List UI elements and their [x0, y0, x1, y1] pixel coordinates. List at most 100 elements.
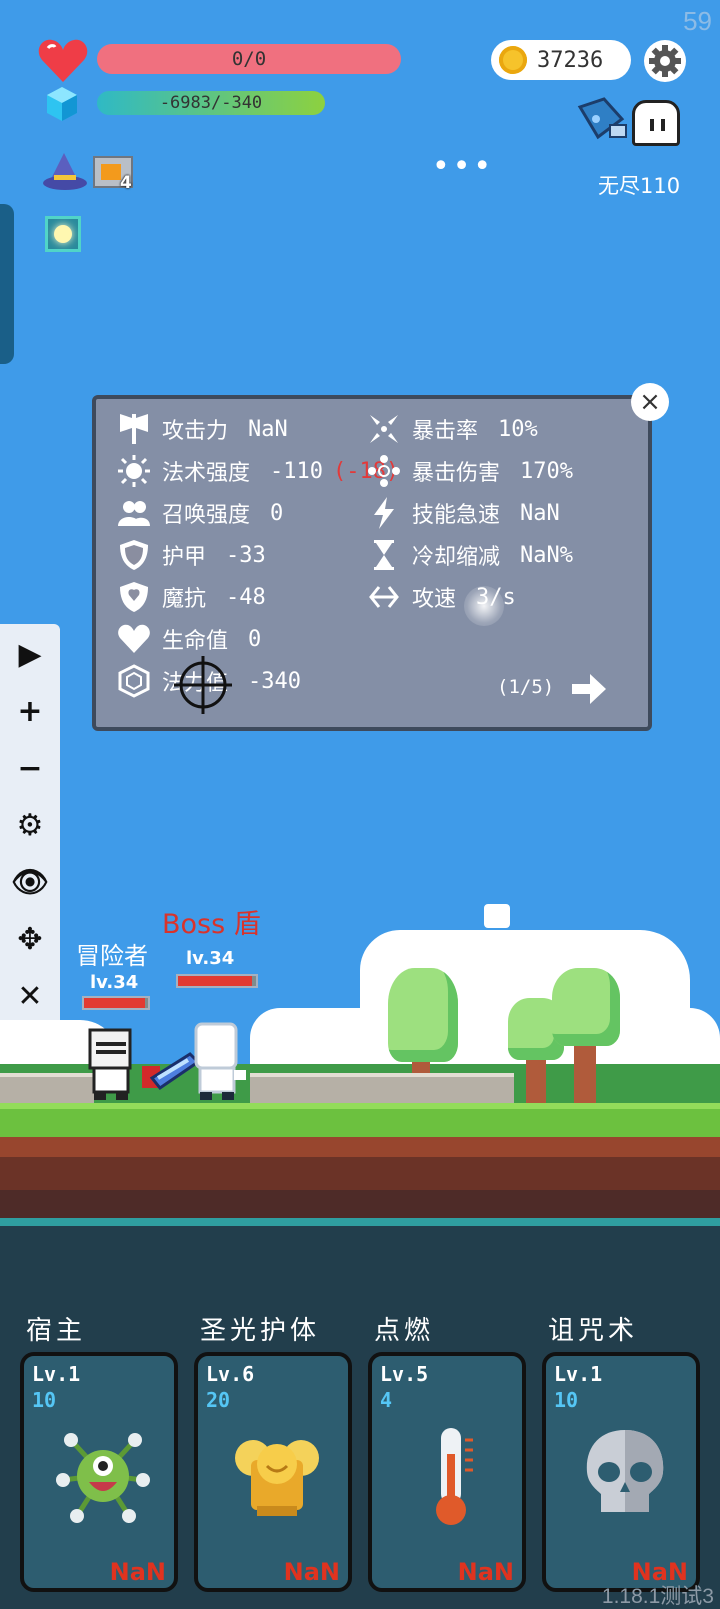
play-button[interactable]: ▶	[0, 626, 60, 682]
page-indicator: (1/5)	[497, 676, 555, 698]
skill-card-curse[interactable]: Lv.1 10 NaN	[542, 1352, 700, 1592]
attack-speed-icon	[366, 579, 402, 615]
wizard-hat-icon[interactable]	[42, 151, 88, 193]
stat-label: 魔抗	[162, 587, 207, 612]
move-button[interactable]: ✥	[0, 911, 60, 967]
close-toolbar-button[interactable]: ✕	[0, 968, 60, 1024]
side-drawer-tab[interactable]	[0, 204, 14, 364]
gem-icon	[47, 87, 77, 121]
stat-label: 生命值	[162, 629, 229, 654]
magic-shield-icon	[116, 579, 152, 615]
skill-level: Lv.1	[554, 1362, 603, 1386]
skill-level: Lv.1	[32, 1362, 81, 1386]
stat-crit-damage: 暴击伤害 170%	[366, 453, 573, 489]
mana-bar: -6983/-340	[97, 91, 325, 115]
stat-value: -110	[270, 458, 323, 484]
bag-count: 4	[120, 173, 132, 193]
crit-damage-icon	[366, 453, 402, 489]
stat-spell-power: 法术强度 -110 (-18)	[116, 453, 399, 489]
skill-name: 圣光护体	[200, 1316, 321, 1346]
stat-crit-rate: 暴击率 10%	[366, 411, 538, 447]
settings-button[interactable]	[644, 40, 686, 82]
skill-level: Lv.5	[380, 1362, 429, 1386]
stat-label: 法术强度	[162, 461, 251, 486]
knight-hero[interactable]	[84, 1026, 138, 1102]
stat-label: 护甲	[162, 545, 207, 570]
boss-hp-bar	[176, 974, 258, 988]
boss-title: Boss 盾	[162, 909, 261, 940]
stat-value: 10%	[498, 416, 538, 442]
stat-value: NaN	[520, 500, 560, 526]
buff-icon[interactable]	[45, 216, 81, 252]
summon-icon	[116, 495, 152, 531]
zoom-in-button[interactable]: +	[0, 683, 60, 739]
axe-icon	[116, 411, 152, 447]
skill-name: 诅咒术	[548, 1316, 639, 1346]
grass	[0, 1103, 720, 1137]
stat-value: -48	[226, 584, 266, 610]
stat-value: -340	[248, 668, 301, 694]
stat-magic-resist: 魔抗 -48	[116, 579, 266, 615]
hourglass-icon	[366, 537, 402, 573]
mana-text: -6983/-340	[159, 93, 263, 113]
hero-hp-bar	[82, 996, 150, 1010]
endless-mode-label: 无尽110	[598, 174, 681, 198]
tree	[552, 968, 620, 1046]
skill-cost: NaN	[457, 1558, 514, 1586]
tree	[388, 968, 458, 1062]
heart-icon	[38, 39, 88, 82]
version-label: 1.18.1测试3	[601, 1585, 714, 1608]
toolbar-settings-button[interactable]: ⚙	[0, 797, 60, 853]
skill-name: 点燃	[374, 1316, 435, 1346]
boss-ghost[interactable]	[182, 1020, 248, 1102]
stat-attack: 攻击力 NaN	[116, 411, 288, 447]
hp-text: 0/0	[231, 48, 267, 70]
next-page-arrow-icon[interactable]	[570, 672, 608, 706]
boss-hp-fill	[178, 976, 253, 986]
stat-value: NaN%	[520, 542, 573, 568]
stat-label: 召唤强度	[162, 503, 251, 528]
thermometer-icon	[436, 1428, 473, 1525]
fps-counter: 59	[683, 6, 712, 36]
skill-card-holy-armor[interactable]: Lv.6 20 NaN	[194, 1352, 352, 1592]
water-stripe	[0, 1218, 720, 1226]
skill-value: 10	[554, 1388, 579, 1412]
stat-label: 暴击率	[412, 419, 479, 444]
coin-icon	[499, 46, 527, 74]
skill-value: 20	[206, 1388, 231, 1412]
gear-icon	[649, 45, 681, 77]
endless-mode-icon[interactable]	[574, 97, 630, 143]
touch-indicator	[464, 586, 504, 626]
stat-health: 生命值 0	[116, 621, 261, 657]
boss-level: lv.34	[186, 948, 235, 969]
hide-button[interactable]: 👁	[0, 854, 60, 910]
stat-armor: 护甲 -33	[116, 537, 266, 573]
fence	[250, 1073, 514, 1103]
skill-card-host[interactable]: Lv.1 10 NaN	[20, 1352, 178, 1592]
lightning-icon	[366, 495, 402, 531]
skull-icon	[586, 1430, 664, 1512]
hp-bar: 0/0	[97, 44, 401, 74]
skill-card-ignite[interactable]: Lv.5 4 NaN	[368, 1352, 526, 1592]
dirt	[0, 1190, 720, 1218]
heart-icon	[116, 621, 152, 657]
zoom-out-button[interactable]: −	[0, 740, 60, 796]
dirt	[0, 1137, 720, 1157]
close-stats-button[interactable]: ×	[631, 383, 669, 421]
stat-label: 攻速	[412, 587, 457, 612]
stat-label: 技能急速	[412, 503, 501, 528]
debug-toolbar: ▶ + − ⚙ 👁 ✥ ✕	[0, 624, 60, 1027]
stat-value: -33	[226, 542, 266, 568]
stat-value: NaN	[248, 416, 288, 442]
skill-cost: NaN	[109, 1558, 166, 1586]
hero-level: lv.34	[90, 972, 139, 993]
fence	[0, 1073, 94, 1103]
ghost-icon[interactable]	[632, 100, 680, 146]
skill-cost: NaN	[283, 1558, 340, 1586]
coin-value: 37236	[537, 47, 604, 73]
more-menu-button[interactable]: •••	[432, 152, 494, 182]
stat-skill-haste: 技能急速 NaN	[366, 495, 560, 531]
skill-name: 宿主	[26, 1316, 87, 1346]
stat-label: 冷却缩减	[412, 545, 501, 570]
hero-name: 冒险者	[76, 942, 148, 970]
